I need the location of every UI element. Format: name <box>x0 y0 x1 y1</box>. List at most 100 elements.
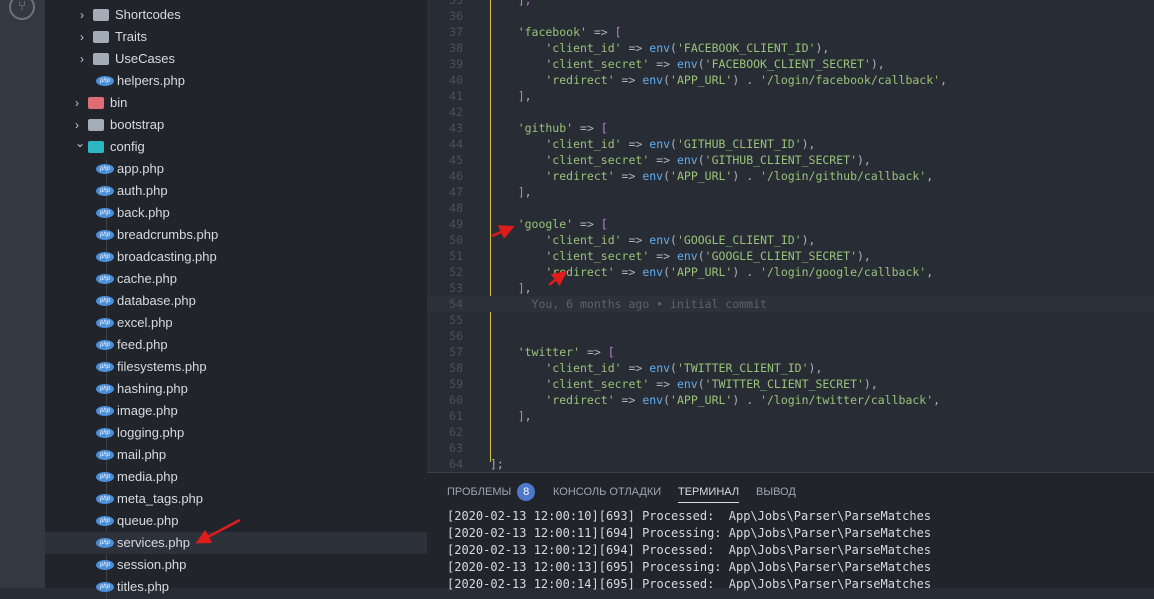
code-editor[interactable]: 35 ], 36 37 'facebook' => [38 'client_id' … <box>427 0 1154 472</box>
code-token: => <box>614 265 643 279</box>
tree-item[interactable]: php titles.php <box>45 576 427 598</box>
tree-item[interactable]: ⌄ config <box>45 136 427 158</box>
code-line[interactable]: 44 'client_id' => env('GITHUB_CLIENT_ID'… <box>427 136 1154 152</box>
tree-item[interactable]: › Shortcodes <box>45 4 427 26</box>
chevron-down-icon[interactable]: ⌄ <box>75 137 85 149</box>
code-line[interactable]: 36 <box>427 8 1154 24</box>
tree-item[interactable]: php excel.php <box>45 312 427 334</box>
line-number: 37 <box>449 25 463 39</box>
code-line[interactable]: 51 'client_secret' => env('GOOGLE_CLIENT… <box>427 248 1154 264</box>
tree-item-label: database.php <box>117 293 196 308</box>
code-line[interactable]: 63 <box>427 440 1154 456</box>
code-line[interactable]: 35 ], <box>427 0 1154 8</box>
code-token: 'TWITTER_CLIENT_ID' <box>676 361 809 375</box>
code-token: 'TWITTER_CLIENT_SECRET' <box>704 377 864 391</box>
code-token: ] <box>490 89 525 103</box>
code-line[interactable]: 45 'client_secret' => env('GITHUB_CLIENT… <box>427 152 1154 168</box>
chevron-right-icon[interactable]: › <box>80 53 90 65</box>
code-line[interactable]: 60 'redirect' => env('APP_URL') . '/logi… <box>427 392 1154 408</box>
tree-item-label: config <box>110 139 145 154</box>
tree-item[interactable]: php filesystems.php <box>45 356 427 378</box>
tree-item[interactable]: php hashing.php <box>45 378 427 400</box>
code-line[interactable]: 59 'client_secret' => env('TWITTER_CLIEN… <box>427 376 1154 392</box>
terminal-line: [2020-02-13 12:00:13][695] Processing: A… <box>447 560 932 574</box>
code-line[interactable]: 41 ], <box>427 88 1154 104</box>
code-line[interactable]: 46 'redirect' => env('APP_URL') . '/logi… <box>427 168 1154 184</box>
source-control-icon[interactable]: ⑂ <box>9 0 35 20</box>
panel-tab[interactable]: ТЕРМИНАЛ <box>678 483 740 503</box>
code-line[interactable]: 37 'facebook' => [ <box>427 24 1154 40</box>
line-number: 35 <box>449 0 463 7</box>
tree-item[interactable]: php meta_tags.php <box>45 488 427 510</box>
tree-item[interactable]: php helpers.php <box>45 70 427 92</box>
code-line[interactable]: 47 ], <box>427 184 1154 200</box>
code-line[interactable]: 40 'redirect' => env('APP_URL') . '/logi… <box>427 72 1154 88</box>
php-file-icon: php <box>96 362 114 372</box>
panel-tab[interactable]: ВЫВОД <box>756 483 796 503</box>
tree-item-label: meta_tags.php <box>117 491 204 506</box>
chevron-right-icon[interactable]: › <box>80 31 90 43</box>
code-token: ), <box>815 41 830 55</box>
panel-tab[interactable]: КОНСОЛЬ ОТЛАДКИ <box>553 483 661 503</box>
php-file-icon: php <box>96 296 114 306</box>
code-line[interactable]: 57 'twitter' => [ <box>427 344 1154 360</box>
code-line[interactable]: 49 'google' => [ <box>427 216 1154 232</box>
code-token: [ <box>607 345 615 359</box>
tree-item[interactable]: › UseCases <box>45 48 427 70</box>
code-line[interactable]: 64]; <box>427 456 1154 472</box>
code-token: => <box>621 233 650 247</box>
code-token: 'APP_URL' <box>670 73 733 87</box>
tree-item[interactable]: php database.php <box>45 290 427 312</box>
code-token: [ <box>600 217 608 231</box>
php-file-icon: php <box>96 494 114 504</box>
chevron-right-icon[interactable]: › <box>75 119 85 131</box>
code-text: ], <box>490 408 532 424</box>
code-line[interactable]: 39 'client_secret' => env('FACEBOOK_CLIE… <box>427 56 1154 72</box>
chevron-right-icon[interactable]: › <box>75 97 85 109</box>
tree-item[interactable]: php broadcasting.php <box>45 246 427 268</box>
tree-item[interactable]: php queue.php <box>45 510 427 532</box>
code-line[interactable]: 52 'redirect' => env('APP_URL') . '/logi… <box>427 264 1154 280</box>
php-file-icon: php <box>96 582 114 592</box>
tree-item-label: bootstrap <box>110 117 165 132</box>
code-token: => <box>649 377 677 391</box>
tree-item[interactable]: › bin <box>45 92 427 114</box>
php-file-icon: php <box>96 76 114 86</box>
tree-item[interactable]: php back.php <box>45 202 427 224</box>
php-file-icon: php <box>96 230 114 240</box>
code-line[interactable]: 56 <box>427 328 1154 344</box>
tree-item[interactable]: › bootstrap <box>45 114 427 136</box>
code-line[interactable]: 53 ], <box>427 280 1154 296</box>
tree-item[interactable]: php breadcrumbs.php <box>45 224 427 246</box>
code-line[interactable]: 55 <box>427 312 1154 328</box>
chevron-right-icon[interactable]: › <box>80 9 90 21</box>
tree-item[interactable]: php media.php <box>45 466 427 488</box>
code-token: ( <box>697 57 705 71</box>
tree-item[interactable]: php cache.php <box>45 268 427 290</box>
tree-item-label: excel.php <box>117 315 173 330</box>
panel-tab[interactable]: ПРОБЛЕМЫ 8 <box>447 483 536 503</box>
code-line[interactable]: 62 <box>427 424 1154 440</box>
code-token: => <box>573 121 601 135</box>
code-line[interactable]: 58 'client_id' => env('TWITTER_CLIENT_ID… <box>427 360 1154 376</box>
code-token: => <box>621 41 650 55</box>
code-line[interactable]: 48 <box>427 200 1154 216</box>
code-line[interactable]: 54 You, 6 months ago • initial commit <box>427 296 1154 312</box>
code-line[interactable]: 43 'github' => [ <box>427 120 1154 136</box>
code-line[interactable]: 50 'client_id' => env('GOOGLE_CLIENT_ID'… <box>427 232 1154 248</box>
tree-item-label: broadcasting.php <box>117 249 217 264</box>
tree-item[interactable]: php services.php <box>45 532 427 554</box>
code-line[interactable]: 61 ], <box>427 408 1154 424</box>
tree-item[interactable]: php mail.php <box>45 444 427 466</box>
code-token: => <box>573 217 601 231</box>
tree-item[interactable]: php auth.php <box>45 180 427 202</box>
tree-item[interactable]: › Traits <box>45 26 427 48</box>
git-blame-annotation: You, 6 months ago • initial commit <box>490 297 767 311</box>
tree-item[interactable]: php feed.php <box>45 334 427 356</box>
tree-item[interactable]: php session.php <box>45 554 427 576</box>
tree-item[interactable]: php logging.php <box>45 422 427 444</box>
code-line[interactable]: 38 'client_id' => env('FACEBOOK_CLIENT_I… <box>427 40 1154 56</box>
code-line[interactable]: 42 <box>427 104 1154 120</box>
tree-item[interactable]: php app.php <box>45 158 427 180</box>
tree-item[interactable]: php image.php <box>45 400 427 422</box>
